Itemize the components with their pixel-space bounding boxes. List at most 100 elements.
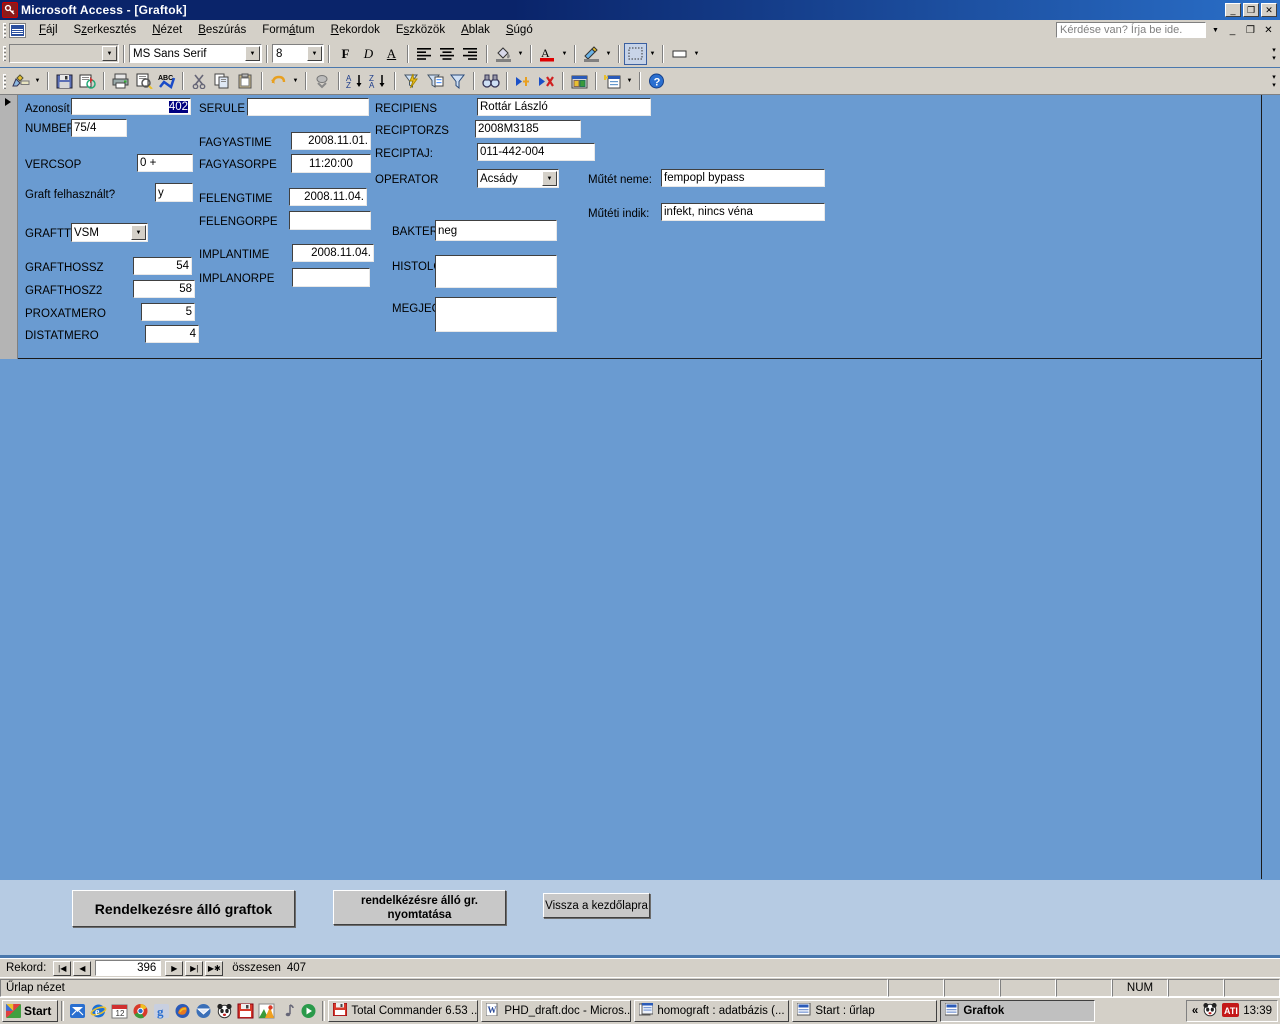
- spelling-abc-icon[interactable]: ABC: [155, 70, 178, 92]
- mdi-minimize-button[interactable]: _: [1225, 22, 1240, 38]
- toolbar-overflow-button[interactable]: ▾ ▾: [1268, 69, 1280, 93]
- task-word-doc[interactable]: W PHD_draft.doc - Micros...: [481, 1000, 632, 1022]
- filter-lightning-icon[interactable]: [400, 70, 423, 92]
- font-color-dropdown[interactable]: ▼: [559, 43, 570, 65]
- ql-picasa-icon[interactable]: [256, 1001, 277, 1022]
- new-record-icon[interactable]: [512, 70, 535, 92]
- clipboard-paste-icon[interactable]: [234, 70, 257, 92]
- field-serule[interactable]: [247, 98, 369, 116]
- ql-calendar-icon[interactable]: 12: [109, 1001, 130, 1022]
- field-mutet-neme[interactable]: fempopl bypass: [661, 169, 825, 187]
- object-select-combo[interactable]: ▼: [9, 44, 119, 63]
- field-megjeg[interactable]: [435, 297, 557, 332]
- align-left-icon[interactable]: [413, 43, 436, 65]
- snapshot-icon[interactable]: [76, 70, 99, 92]
- chevron-down-icon[interactable]: ▼: [245, 46, 260, 61]
- main-toolbar-grip[interactable]: [3, 73, 6, 89]
- field-operator-combo[interactable]: Acsády ▼: [477, 169, 559, 188]
- sort-za-icon[interactable]: ZA: [367, 70, 390, 92]
- bold-button[interactable]: F: [334, 43, 357, 65]
- window-restore-button[interactable]: ❐: [1243, 3, 1259, 17]
- new-object-icon[interactable]: [601, 70, 624, 92]
- undo-dropdown[interactable]: ▼: [290, 70, 301, 92]
- line-color-icon[interactable]: [580, 43, 603, 65]
- line-width-dropdown[interactable]: ▼: [691, 43, 702, 65]
- access-form-icon[interactable]: [9, 22, 26, 38]
- field-azonosit[interactable]: 402: [71, 98, 191, 115]
- field-grafthossz[interactable]: 54: [133, 257, 192, 275]
- delete-record-icon[interactable]: [535, 70, 558, 92]
- current-record-input[interactable]: 396: [95, 960, 162, 976]
- previous-record-button[interactable]: ◀: [73, 960, 92, 976]
- menu-item-formatum[interactable]: Formátum: [254, 21, 322, 39]
- field-muteti-indik[interactable]: infekt, nincs véna: [661, 203, 825, 221]
- field-grafthosz2[interactable]: 58: [133, 280, 195, 298]
- menu-item-nezet[interactable]: Nézet: [144, 21, 190, 39]
- chevron-down-icon[interactable]: ▼: [542, 171, 557, 186]
- menu-item-sugo[interactable]: Súgó: [498, 21, 541, 39]
- field-number[interactable]: 75/4: [71, 119, 127, 137]
- sort-az-icon[interactable]: AZ: [344, 70, 367, 92]
- paint-bucket-icon[interactable]: [492, 43, 515, 65]
- field-recipiens[interactable]: Rottár László: [477, 98, 651, 116]
- font-color-icon[interactable]: A: [536, 43, 559, 65]
- field-proxatmero[interactable]: 5: [141, 303, 195, 321]
- align-center-icon[interactable]: [436, 43, 459, 65]
- align-right-icon[interactable]: [459, 43, 482, 65]
- special-effect-dropdown[interactable]: ▼: [647, 43, 658, 65]
- font-name-combo[interactable]: MS Sans Serif ▼: [129, 44, 262, 63]
- ql-google-icon[interactable]: g: [151, 1001, 172, 1022]
- chevron-down-icon[interactable]: ▼: [131, 225, 146, 240]
- field-histolo[interactable]: [435, 255, 557, 288]
- ql-outlook-express-icon[interactable]: [67, 1001, 88, 1022]
- field-receptaj[interactable]: 011-442-004: [477, 143, 595, 161]
- chevron-down-icon[interactable]: ▼: [102, 46, 117, 61]
- menu-item-rekordok[interactable]: Rekordok: [323, 21, 388, 39]
- hyperlink-chain-icon[interactable]: [311, 70, 334, 92]
- start-button[interactable]: Start: [2, 1000, 59, 1022]
- print-available-grafts-button[interactable]: rendelkézésre álló gr. nyomtatása: [333, 890, 506, 925]
- back-to-home-button[interactable]: Vissza a kezdőlapra: [543, 893, 650, 918]
- first-record-button[interactable]: |◀: [53, 960, 72, 976]
- paint-bucket-dropdown[interactable]: ▼: [515, 43, 526, 65]
- menubar-grip[interactable]: [3, 22, 6, 38]
- line-color-dropdown[interactable]: ▼: [603, 43, 614, 65]
- chevron-down-icon[interactable]: ▼: [1209, 22, 1222, 38]
- field-reciptorzs[interactable]: 2008M3185: [475, 120, 581, 138]
- underline-button[interactable]: A: [380, 43, 403, 65]
- task-start-form[interactable]: Start : űrlap: [792, 1000, 938, 1022]
- printer-icon[interactable]: [109, 70, 132, 92]
- tray-panda-antivirus-icon[interactable]: [1202, 1002, 1218, 1020]
- ql-music-note-icon[interactable]: [277, 1001, 298, 1022]
- font-size-combo[interactable]: 8 ▼: [272, 44, 324, 63]
- new-record-button[interactable]: ▶✱: [205, 960, 224, 976]
- menu-item-eszkozok[interactable]: Eszközök: [388, 21, 453, 39]
- design-view-icon[interactable]: [9, 70, 32, 92]
- field-distatmero[interactable]: 4: [145, 325, 199, 343]
- field-felengtime[interactable]: 2008.11.04.: [289, 188, 367, 206]
- ql-internet-explorer-icon[interactable]: e: [88, 1001, 109, 1022]
- tray-clock[interactable]: 13:39: [1243, 1005, 1272, 1017]
- field-implanorpe[interactable]: [292, 268, 370, 287]
- last-record-button[interactable]: ▶|: [185, 960, 204, 976]
- next-record-button[interactable]: ▶: [165, 960, 184, 976]
- ql-media-player-icon[interactable]: [298, 1001, 319, 1022]
- chevron-down-icon[interactable]: ▼: [307, 46, 322, 61]
- mdi-restore-button[interactable]: ❐: [1243, 22, 1258, 38]
- menu-item-szerkesztes[interactable]: Szerkesztés: [66, 21, 145, 39]
- field-fagyasorpe[interactable]: 11:20:00: [291, 154, 371, 173]
- toolbar-overflow-button[interactable]: ▾ ▾: [1268, 41, 1280, 66]
- mdi-close-button[interactable]: ✕: [1261, 22, 1276, 38]
- ql-chrome-icon[interactable]: [130, 1001, 151, 1022]
- tray-expand-button[interactable]: «: [1192, 1005, 1198, 1017]
- field-vercsop[interactable]: 0 +: [137, 154, 193, 172]
- tray-ati-icon[interactable]: ATI: [1222, 1002, 1240, 1020]
- filter-by-form-icon[interactable]: [423, 70, 446, 92]
- binoculars-icon[interactable]: [479, 70, 502, 92]
- funnel-icon[interactable]: [446, 70, 469, 92]
- menu-item-fajl[interactable]: Fájl: [31, 21, 66, 39]
- field-bakter[interactable]: neg: [435, 220, 557, 241]
- line-width-icon[interactable]: [668, 43, 691, 65]
- task-homograft-db[interactable]: homograft : adatbázis (...: [634, 1000, 790, 1022]
- italic-button[interactable]: D: [357, 43, 380, 65]
